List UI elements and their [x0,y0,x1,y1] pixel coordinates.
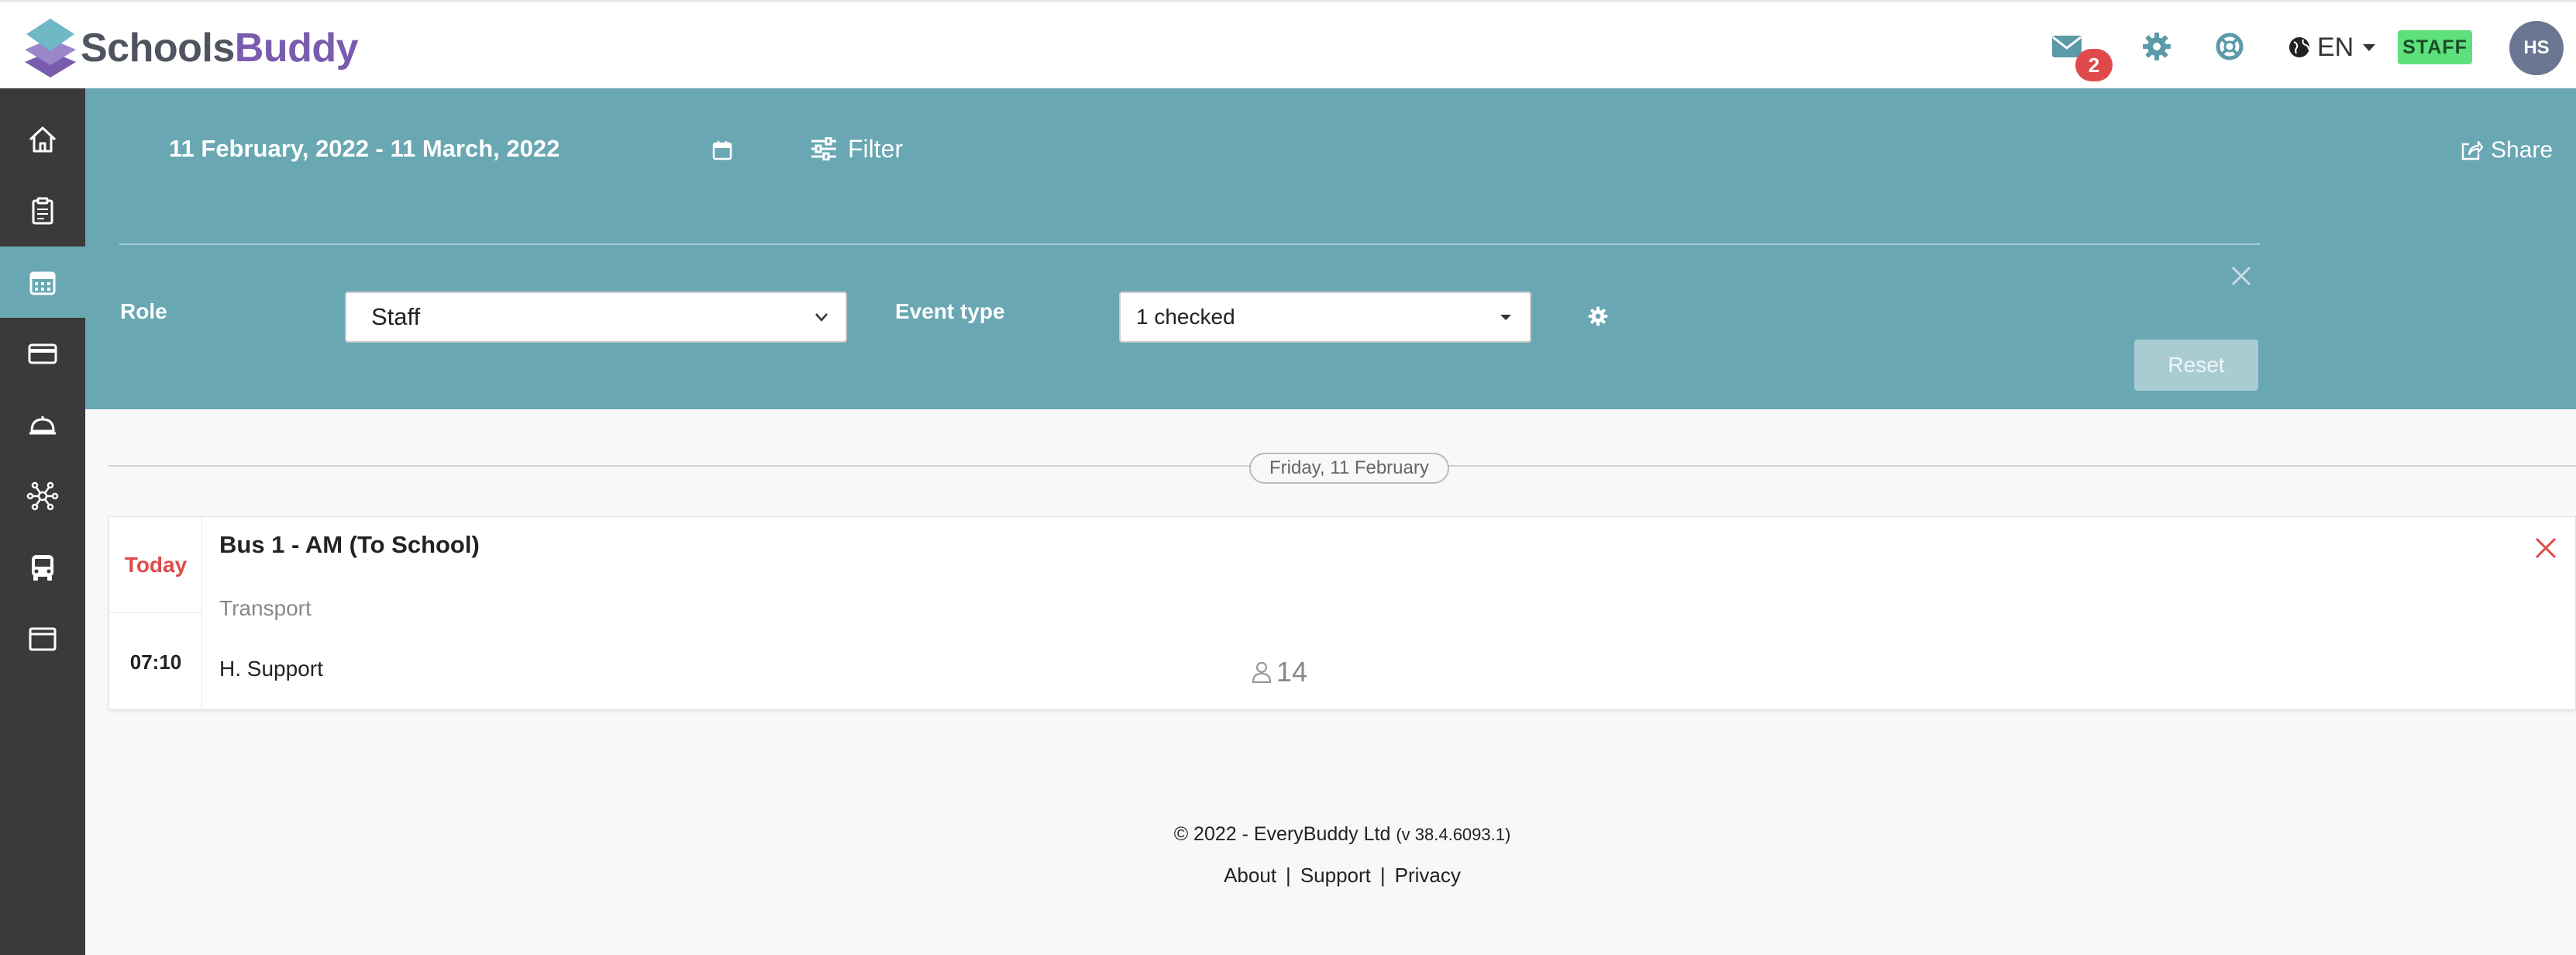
language-selector[interactable]: EN [2288,30,2383,64]
share-label: Share [2491,137,2554,163]
event-type-settings-button[interactable] [1586,304,1610,329]
filter-divider [119,243,2260,245]
footer-links: About | Support | Privacy [1224,864,1461,887]
schoolsbuddy-logo[interactable]: SchoolsBuddy [23,16,359,80]
role-select[interactable]: Staff [345,291,847,343]
event-type-select[interactable]: 1 checked [1119,291,1531,343]
sidebar-item-tasks[interactable] [0,175,85,247]
sidebar-item-transport[interactable] [0,532,85,603]
event-attendees: 14 [1252,656,1308,688]
top-bar: SchoolsBuddy 2 EN STAFF HS [0,0,2576,88]
window-icon [29,627,57,651]
date-picker-button[interactable] [707,135,738,166]
sidebar-item-home[interactable] [0,104,85,175]
date-range-label[interactable]: 11 February, 2022 - 11 March, 2022 [169,135,560,163]
chevron-down-icon [815,313,828,322]
close-icon [2231,266,2251,286]
calendar-small-icon [712,141,732,160]
event-day-tag: Today [109,517,202,613]
close-filter-button[interactable] [2226,260,2257,291]
event-type-label: Event type [895,299,1005,323]
version-text: (v 38.4.6093.1) [1396,825,1511,844]
event-organiser: H. Support [219,657,323,681]
role-value: Staff [371,303,421,330]
logo-layers-icon [25,19,76,78]
copyright-text: © 2022 - EveryBuddy Ltd (v 38.4.6093.1) [1173,823,1511,845]
attendee-count: 14 [1276,656,1308,688]
user-avatar[interactable]: HS [2509,21,2564,75]
sidebar-item-payments[interactable] [0,318,85,389]
event-time: 07:10 [129,650,182,674]
event-category: Transport [219,596,312,620]
role-label: Role [120,299,167,323]
role-badge: STAFF [2398,30,2472,64]
globe-icon [2289,37,2309,57]
caret-down-icon [1500,315,1511,320]
caret-down-icon [2363,44,2376,51]
about-link[interactable]: About [1224,864,1276,887]
remove-event-button[interactable] [2530,533,2561,564]
home-icon [29,126,57,153]
support-link[interactable]: Support [1300,864,1371,887]
share-button[interactable]: Share [2460,133,2553,167]
day-label: Friday, 11 February [1249,453,1449,484]
event-title[interactable]: Bus 1 - AM (To School) [219,531,480,559]
help-button[interactable] [2212,29,2247,64]
filter-label: Filter [848,134,904,163]
reset-button[interactable]: Reset [2134,340,2258,391]
envelope-icon [2052,36,2082,57]
user-icon [1252,661,1272,684]
service-bell-icon [29,416,56,435]
sidebar-item-apps[interactable] [0,603,85,674]
gear-icon [1588,306,1608,326]
language-code: EN [2317,32,2354,62]
clipboard-icon [32,197,53,225]
sidebar-item-calendar[interactable] [0,247,85,318]
network-icon [26,481,59,511]
close-icon [2535,537,2557,559]
gear-icon [2143,33,2171,60]
event-time-column: Today 07:10 [109,517,202,711]
sidebar-item-services[interactable] [0,389,85,460]
calendar-icon [29,271,56,295]
settings-button[interactable] [2139,29,2175,64]
privacy-link[interactable]: Privacy [1395,864,1461,887]
bus-icon [32,555,53,581]
filter-toggle-button[interactable]: Filter [811,132,903,166]
calendar-filter-panel: 11 February, 2022 - 11 March, 2022 Filte… [85,88,2576,409]
credit-card-icon [28,343,57,364]
share-icon [2461,140,2483,160]
event-card[interactable]: Today 07:10 Bus 1 - AM (To School) Trans… [108,516,2576,711]
lifebuoy-icon [2216,33,2244,60]
unread-messages-badge: 2 [2075,49,2113,81]
sidebar-item-network[interactable] [0,460,85,532]
event-type-value: 1 checked [1136,305,1235,329]
brand-name: SchoolsBuddy [81,26,359,71]
sliders-icon [811,137,836,160]
